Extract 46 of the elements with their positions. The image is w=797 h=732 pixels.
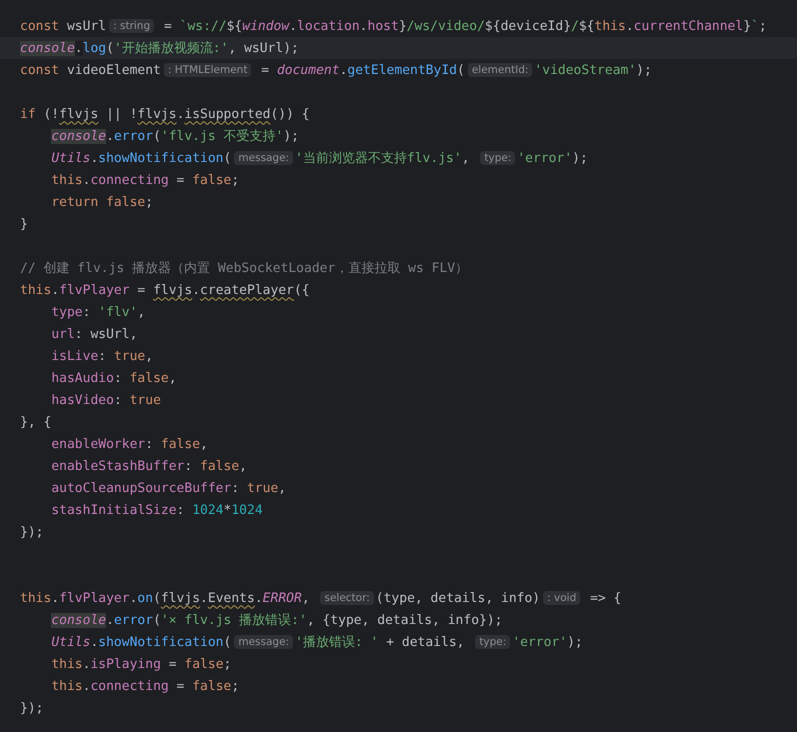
code-text: this.connecting = false; bbox=[50, 172, 240, 188]
inlay-hint: elementId: bbox=[468, 63, 532, 77]
code-text: type: 'flv', bbox=[50, 304, 146, 320]
code-text: = document.getElementById( bbox=[260, 62, 465, 78]
code-text: const wsUrl bbox=[20, 18, 106, 34]
code-text: console.error('flv.js 不受支持'); bbox=[50, 128, 300, 145]
inlay-hint: : string bbox=[109, 19, 154, 33]
code-text: this.flvPlayer = flvjs.createPlayer({ bbox=[20, 282, 310, 298]
code-text: } bbox=[20, 216, 28, 232]
inlay-hint: type: bbox=[480, 151, 516, 165]
code-text: this.connecting = false; bbox=[50, 678, 240, 694]
code-text: 'videoStream'); bbox=[534, 62, 652, 78]
code-text: hasAudio: false, bbox=[50, 370, 177, 386]
code-text: this.flvPlayer.on(flvjs.Events.ERROR, bbox=[20, 590, 311, 606]
code-text: '播放错误: ' + details, bbox=[295, 634, 466, 651]
inlay-hint: : HTMLElement bbox=[164, 63, 252, 77]
code-text: if (!flvjs || !flvjs.isSupported()) { bbox=[20, 106, 310, 122]
code-text: Utils.showNotification( bbox=[50, 634, 232, 650]
code-text: 'error'); bbox=[512, 634, 583, 650]
inlay-hint: type: bbox=[475, 635, 510, 649]
code-text: const videoElement bbox=[20, 62, 161, 78]
code-text: => { bbox=[589, 590, 622, 606]
code-text: }); bbox=[20, 700, 44, 716]
inlay-hint: message: bbox=[234, 151, 294, 165]
code-text: '当前浏览器不支持flv.js', bbox=[295, 150, 471, 167]
code-text: return false; bbox=[50, 194, 154, 210]
code-text: (type, details, info) bbox=[376, 590, 540, 606]
code-text: }, { bbox=[20, 414, 52, 430]
code-text: stashInitialSize: 1024*1024 bbox=[50, 502, 263, 518]
code-text: console.error('× flv.js 播放错误:', {type, details, info}); bbox=[50, 612, 502, 629]
code-text: isLive: true, bbox=[50, 348, 154, 364]
code-text: url: wsUrl, bbox=[50, 326, 138, 342]
inlay-hint: message: bbox=[234, 635, 294, 649]
code-text: this.isPlaying = false; bbox=[50, 656, 232, 672]
code-text: Utils.showNotification( bbox=[50, 150, 232, 166]
code-comment: // 创建 flv.js 播放器（内置 WebSocketLoader，直接拉取 ws FLV） bbox=[20, 260, 468, 277]
code-text: }); bbox=[20, 524, 44, 540]
code-text: 'error'); bbox=[517, 150, 588, 166]
code-text: hasVideo: true bbox=[50, 392, 161, 408]
code-text: autoCleanupSourceBuffer: true, bbox=[50, 480, 286, 496]
inlay-hint: selector: bbox=[320, 591, 374, 605]
code-text: console.log('开始播放视频流:', wsUrl); bbox=[20, 40, 299, 57]
code-text: = `ws://${window.location.host}/ws/video/${deviceId}/${this.currentChannel}`; bbox=[162, 18, 767, 34]
code-text: enableStashBuffer: false, bbox=[50, 458, 247, 474]
code-text: enableWorker: false, bbox=[50, 436, 208, 452]
inlay-hint: : void bbox=[543, 591, 580, 605]
